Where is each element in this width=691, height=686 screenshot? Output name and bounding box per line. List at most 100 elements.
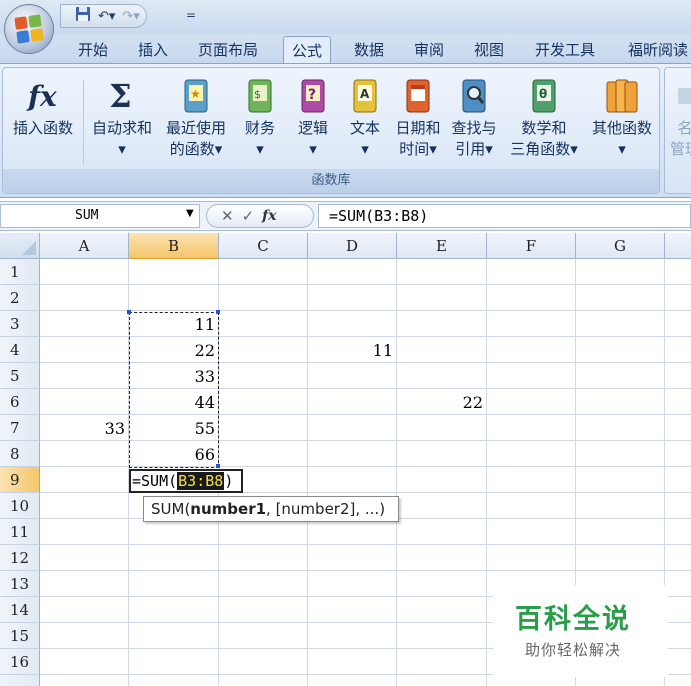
group-label-function-library: 函数库 (3, 169, 659, 193)
row-header-16[interactable]: 16 (0, 649, 40, 675)
lookup-book-icon (457, 76, 491, 116)
cell-d4[interactable]: 11 (308, 338, 397, 364)
row-header-11[interactable]: 11 (0, 519, 40, 545)
row-header-2[interactable]: 2 (0, 285, 40, 311)
undo-icon[interactable]: ↶▾ (98, 9, 115, 24)
lookup-reference-label: 查找与 (451, 119, 497, 137)
gridline (40, 284, 691, 285)
save-icon[interactable] (75, 6, 91, 26)
row-header-14[interactable]: 14 (0, 597, 40, 623)
tab-formulas[interactable]: 公式 (283, 36, 332, 64)
name-manager-icon (670, 76, 691, 116)
row-header-4[interactable]: 4 (0, 337, 40, 363)
insert-function-label: 插入函数 (12, 119, 73, 137)
enter-icon[interactable]: ✓ (242, 207, 255, 225)
row-header-9[interactable]: 9 (0, 467, 40, 493)
financial-button[interactable]: $ 财务 ▾ (237, 76, 283, 160)
gridline (40, 310, 691, 311)
insert-function-button[interactable]: fx 插入函数 (7, 76, 79, 139)
col-header-g[interactable]: G (576, 233, 665, 259)
formula-buttons: ✕ ✓ fx (206, 204, 314, 228)
row-header-7[interactable]: 7 (0, 415, 40, 441)
range-handle[interactable] (216, 464, 220, 468)
datetime-button[interactable]: 日期和 时间▾ (393, 76, 443, 160)
financial-book-icon: $ (243, 76, 277, 116)
tab-foxit-reader[interactable]: 福昕阅读 (626, 40, 690, 62)
range-handle[interactable] (216, 310, 220, 314)
tooltip-current-arg[interactable]: number1 (190, 500, 266, 518)
col-header-b[interactable]: B (129, 233, 219, 259)
row-header-5[interactable]: 5 (0, 363, 40, 389)
col-header-e[interactable]: E (397, 233, 487, 259)
col-header-a[interactable]: A (40, 233, 129, 259)
lookup-reference-button[interactable]: 查找与 引用▾ (447, 76, 501, 160)
range-marquee (129, 312, 219, 468)
cell-a7[interactable]: 33 (40, 416, 129, 442)
insert-function-fx-icon[interactable]: fx (262, 208, 276, 224)
name-manager-label-2: 管理 (669, 140, 691, 158)
math-trig-label: 数学和 (521, 119, 567, 137)
tab-developer[interactable]: 开发工具 (533, 40, 597, 62)
svg-text:?: ? (308, 87, 316, 103)
formula-prefix: =SUM( (132, 472, 178, 490)
function-argument-tooltip: SUM(number1, [number2], ...) (143, 496, 399, 522)
gridline (40, 544, 691, 545)
col-header-c[interactable]: C (219, 233, 308, 259)
row-header-13[interactable]: 13 (0, 571, 40, 597)
logical-button[interactable]: ? 逻辑 ▾ (291, 76, 335, 160)
autosum-button[interactable]: Σ 自动求和 ▾ (87, 76, 157, 160)
svg-text:A: A (360, 87, 370, 101)
row-header-1[interactable]: 1 (0, 259, 40, 285)
lookup-reference-sub: 引用▾ (455, 140, 493, 158)
row-header-10[interactable]: 10 (0, 493, 40, 519)
tab-home[interactable]: 开始 (76, 40, 110, 62)
watermark-title: 百科全说 (515, 604, 631, 635)
cancel-icon[interactable]: ✕ (221, 207, 234, 225)
col-header-h-partial[interactable] (665, 233, 691, 259)
row-header-17-partial[interactable] (0, 675, 40, 686)
math-trig-button[interactable]: θ 数学和 三角函数▾ (505, 76, 583, 160)
tooltip-function[interactable]: SUM( (151, 500, 190, 518)
watermark: 百科全说 助你轻松解决 (493, 585, 668, 677)
row-header-12[interactable]: 12 (0, 545, 40, 571)
ribbon-tabs: 开始 插入 页面布局 公式 数据 审阅 视图 开发工具 福昕阅读 (0, 34, 691, 64)
worksheet-grid: A B C D E F G 1 2 3 4 5 6 7 8 9 10 11 12… (0, 233, 691, 686)
more-functions-button[interactable]: 其他函数 ▾ (587, 76, 657, 160)
row-header-6[interactable]: 6 (0, 389, 40, 415)
name-box-dropdown-icon[interactable]: ▼ (186, 208, 194, 219)
office-logo-icon (14, 14, 44, 44)
logical-book-icon: ? (296, 76, 330, 116)
name-manager-button[interactable]: 名 管理 (667, 76, 691, 160)
redo-icon[interactable]: ↷▾ (122, 9, 139, 24)
row-header-15[interactable]: 15 (0, 623, 40, 649)
formula-input[interactable]: =SUM(B3:B8) (318, 204, 691, 228)
cell-e6[interactable]: 22 (397, 390, 487, 416)
row-header-3[interactable]: 3 (0, 311, 40, 337)
select-all-corner[interactable] (0, 233, 40, 259)
quick-access-toolbar: ↶▾ ↷▾ (60, 4, 147, 28)
col-header-f[interactable]: F (487, 233, 576, 259)
tooltip-rest-args: , [number2], ...) (266, 500, 386, 518)
range-handle[interactable] (127, 310, 131, 314)
text-button[interactable]: A 文本 ▾ (343, 76, 387, 160)
ribbon: fx 插入函数 Σ 自动求和 ▾ ★ 最近使用 的函数▾ $ 财务 ▾ ? 逻辑… (0, 63, 691, 198)
col-header-d[interactable]: D (308, 233, 397, 259)
tab-review[interactable]: 审阅 (412, 40, 446, 62)
svg-text:fx: fx (26, 80, 57, 113)
office-button[interactable] (4, 4, 54, 54)
defined-names-group: 名 管理 (664, 67, 691, 194)
recent-functions-label: 最近使用 (165, 119, 226, 137)
customize-qat-icon[interactable]: = (186, 8, 196, 22)
math-book-icon: θ (527, 76, 561, 116)
more-functions-label: 其他函数 (591, 119, 652, 137)
row-header-8[interactable]: 8 (0, 441, 40, 467)
recent-functions-button[interactable]: ★ 最近使用 的函数▾ (159, 76, 233, 160)
recent-functions-book-icon: ★ (179, 76, 213, 116)
name-box[interactable]: SUM (0, 204, 200, 228)
math-trig-sub: 三角函数▾ (510, 140, 578, 158)
tab-data[interactable]: 数据 (352, 40, 386, 62)
tab-view[interactable]: 视图 (472, 40, 506, 62)
tab-insert[interactable]: 插入 (136, 40, 170, 62)
active-cell-b9[interactable]: =SUM(B3:B8) (129, 469, 243, 493)
tab-page-layout[interactable]: 页面布局 (196, 40, 260, 62)
